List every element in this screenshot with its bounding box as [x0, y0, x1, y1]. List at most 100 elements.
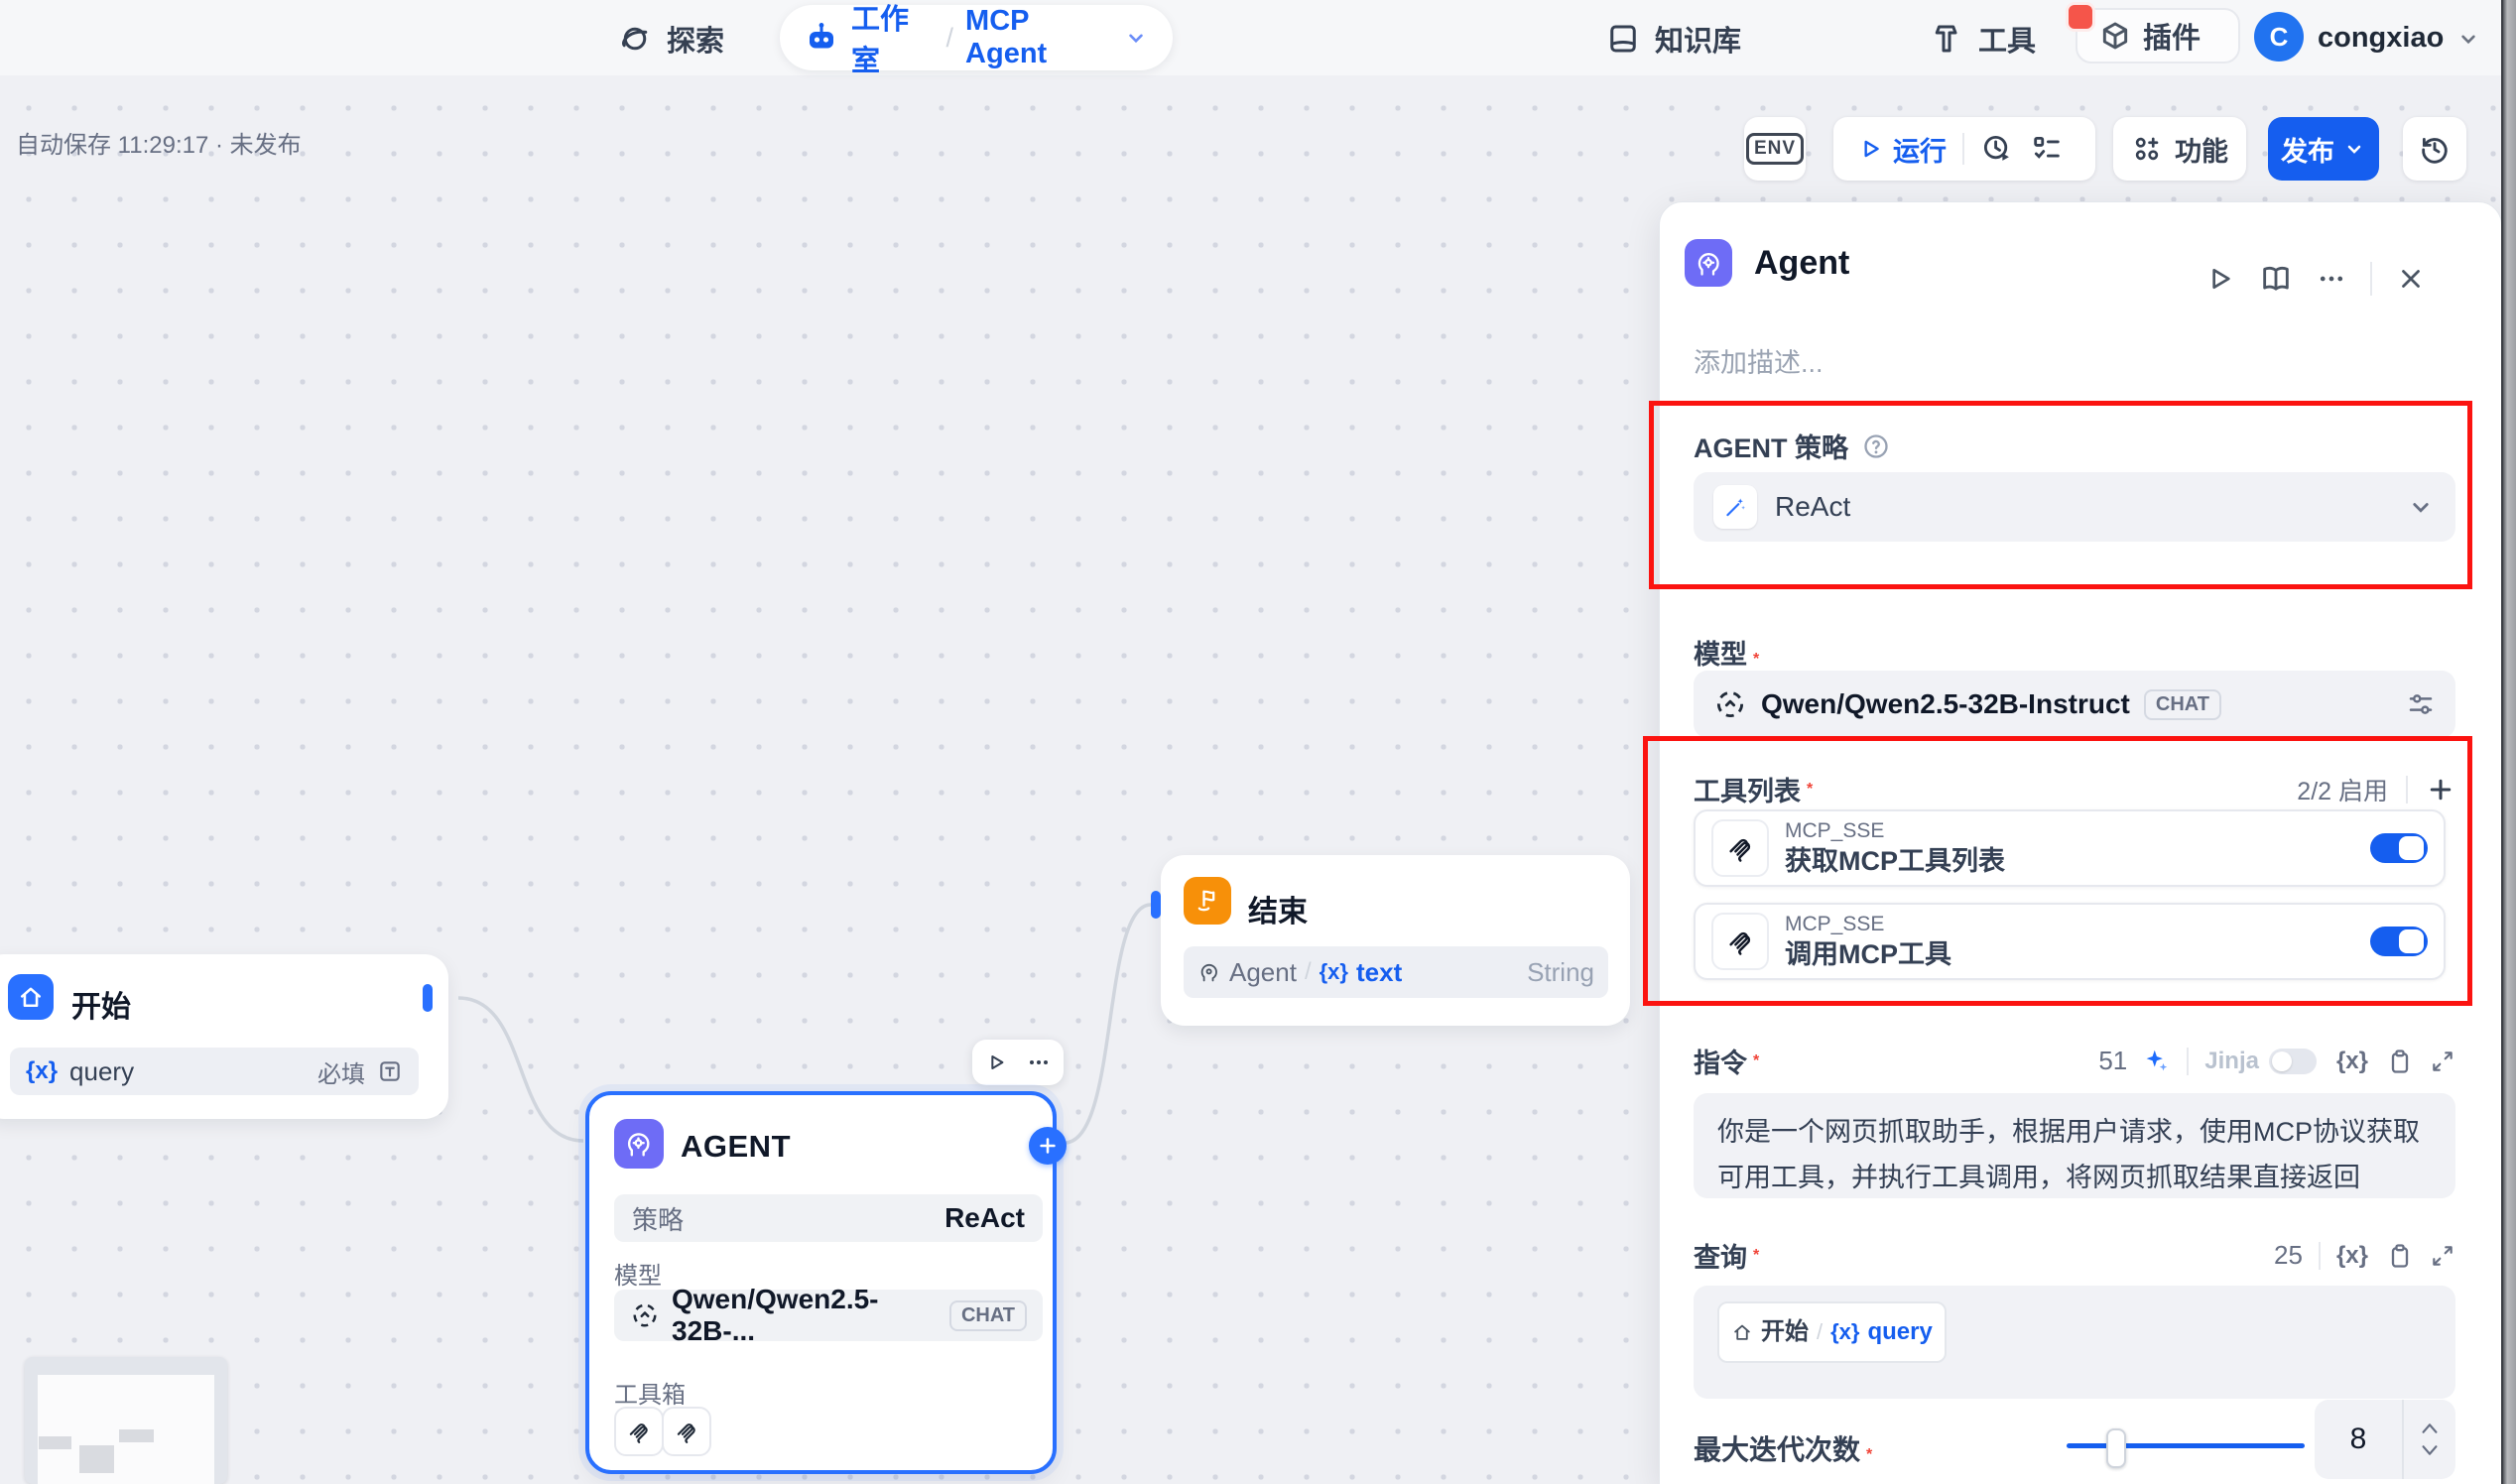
max-iterations-value: 8: [2315, 1400, 2402, 1479]
insert-variable-icon[interactable]: {x}: [2336, 1242, 2368, 1270]
open-book-icon[interactable]: [2259, 262, 2293, 296]
query-textarea[interactable]: 开始 / {x} query: [1694, 1286, 2455, 1399]
panel-title[interactable]: Agent: [1754, 244, 1849, 283]
model-settings-icon[interactable]: [2406, 689, 2436, 719]
model-label: 模型: [614, 1256, 662, 1291]
minimap-node: [79, 1445, 114, 1473]
end-variable: text: [1356, 957, 1402, 988]
max-iterations-slider[interactable]: [2067, 1443, 2305, 1448]
x-variable-icon: {x}: [1320, 959, 1348, 985]
tool-toggle[interactable]: [2370, 927, 2428, 956]
copy-icon[interactable]: [2386, 1048, 2414, 1075]
max-iterations-label: 最大迭代次数: [1694, 1434, 1860, 1465]
max-iterations-input[interactable]: 8: [2315, 1400, 2455, 1479]
flag-icon: [1184, 877, 1231, 925]
wand-icon: [1713, 485, 1757, 529]
slash: /: [1305, 958, 1312, 986]
home-icon: [1731, 1321, 1753, 1343]
x-variable-icon: {x}: [1830, 1309, 1859, 1355]
expand-icon[interactable]: [2430, 1049, 2455, 1074]
end-node-title: 结束: [1248, 887, 1308, 930]
model-badge: CHAT: [2144, 689, 2221, 720]
end-output-row: Agent / {x} text String: [1184, 946, 1608, 998]
model-badge: CHAT: [949, 1300, 1027, 1331]
start-node[interactable]: 开始 {x} query 必填: [0, 954, 448, 1119]
char-count: 51: [2098, 1046, 2127, 1076]
slider-handle[interactable]: [2106, 1428, 2126, 1468]
jinja-label: Jinja: [2204, 1048, 2259, 1075]
minimap-viewport: [38, 1375, 214, 1484]
decrement-button[interactable]: [2419, 1442, 2441, 1458]
max-iterations-label-row: 最大迭代次数 *: [1694, 1428, 1872, 1468]
strategy-value: ReAct: [1775, 491, 1850, 523]
tools-label: 工具列表: [1694, 770, 1801, 808]
mcp-icon: [626, 1419, 652, 1444]
node-hover-toolbar: [972, 1040, 1064, 1085]
expand-icon[interactable]: [2430, 1243, 2455, 1269]
toolbox-tool-2[interactable]: [662, 1407, 711, 1456]
required-mark: *: [1866, 1446, 1872, 1463]
tool-name: 获取MCP工具列表: [1785, 844, 2005, 878]
tool-toggle[interactable]: [2370, 833, 2428, 863]
tools-section-header: 工具列表* 2/2 启用: [1694, 770, 2455, 808]
required-mark: *: [1807, 781, 1813, 799]
model-value: Qwen/Qwen2.5-32B-...: [672, 1284, 938, 1347]
insert-variable-icon[interactable]: {x}: [2336, 1048, 2368, 1075]
add-tool-button[interactable]: [2426, 775, 2455, 804]
add-next-node-handle[interactable]: [1029, 1127, 1067, 1165]
agent-node[interactable]: AGENT 策略 ReAct 模型 Qwen/Qwen2.5-32B-... C…: [585, 1091, 1057, 1474]
tool-card-2[interactable]: MCP_SSE 调用MCP工具: [1694, 903, 2446, 980]
query-variable-pill[interactable]: 开始 / {x} query: [1717, 1301, 1947, 1363]
instruction-label: 指令: [1694, 1042, 1747, 1080]
model-provider-icon: [1713, 687, 1747, 721]
minimap-node: [119, 1429, 154, 1442]
minimap[interactable]: [25, 1357, 227, 1484]
model-value: Qwen/Qwen2.5-32B-Instruct: [1761, 688, 2130, 720]
mcp-icon: [1711, 819, 1769, 877]
x-variable-icon: {x}: [26, 1057, 58, 1085]
generate-sparkle-icon[interactable]: [2141, 1047, 2171, 1076]
play-icon[interactable]: [2203, 263, 2235, 295]
model-provider-icon: [630, 1300, 660, 1330]
home-icon: [8, 974, 54, 1020]
copy-icon[interactable]: [2386, 1242, 2414, 1270]
agent-node-title: AGENT: [681, 1129, 791, 1165]
output-handle[interactable]: [423, 984, 433, 1012]
required-mark: *: [1753, 1052, 1759, 1070]
increment-button[interactable]: [2419, 1421, 2441, 1436]
required-mark: *: [1753, 651, 1759, 668]
close-icon[interactable]: [2396, 264, 2426, 294]
slash: /: [1817, 1309, 1823, 1355]
help-icon[interactable]: [1862, 433, 1890, 460]
agent-config-panel: Agent 添加描述... AGENT 策略 ReAct 模型*: [1659, 201, 2502, 1484]
divider: [2187, 1048, 2189, 1075]
agent-strategy-row: 策略 ReAct: [614, 1194, 1043, 1242]
more-icon[interactable]: [1027, 1051, 1051, 1074]
instruction-textarea[interactable]: 你是一个网页抓取助手，根据用户请求，使用MCP协议获取可用工具，并执行工具调用，…: [1694, 1093, 2455, 1198]
jinja-toggle[interactable]: [2269, 1049, 2317, 1074]
chevron-down-icon: [2406, 492, 2436, 522]
strategy-label: AGENT 策略: [1694, 427, 1848, 465]
strategy-select[interactable]: ReAct: [1694, 472, 2455, 542]
pill-var-name: query: [1867, 1309, 1932, 1355]
tool-card-1[interactable]: MCP_SSE 获取MCP工具列表: [1694, 809, 2446, 887]
required-mark: *: [1753, 1247, 1759, 1265]
toolbox-tool-1[interactable]: [614, 1407, 664, 1456]
end-source-node: Agent: [1229, 957, 1297, 988]
strategy-section-label-row: AGENT 策略: [1694, 427, 1890, 465]
play-icon[interactable]: [985, 1051, 1007, 1073]
tool-provider: MCP_SSE: [1785, 912, 1951, 937]
divider: [2370, 262, 2372, 296]
instruction-section-header: 指令 * 51 Jinja {x}: [1694, 1042, 2455, 1080]
input-handle[interactable]: [1151, 891, 1161, 919]
end-node[interactable]: 结束 Agent / {x} text String: [1161, 855, 1630, 1026]
query-section-header: 查询* 25 {x}: [1694, 1236, 2455, 1275]
mcp-icon: [1711, 913, 1769, 970]
workflow-editor: 探索 工作室 / MCP Agent 知识库 工具 插件 C congxiao …: [0, 0, 2516, 1484]
start-var-row[interactable]: {x} query 必填: [10, 1048, 419, 1095]
more-icon[interactable]: [2317, 264, 2346, 294]
description-placeholder[interactable]: 添加描述...: [1694, 341, 1824, 380]
start-var-name: query: [69, 1056, 134, 1087]
agent-model-row: Qwen/Qwen2.5-32B-... CHAT: [614, 1290, 1043, 1341]
model-select[interactable]: Qwen/Qwen2.5-32B-Instruct CHAT: [1694, 671, 2455, 738]
